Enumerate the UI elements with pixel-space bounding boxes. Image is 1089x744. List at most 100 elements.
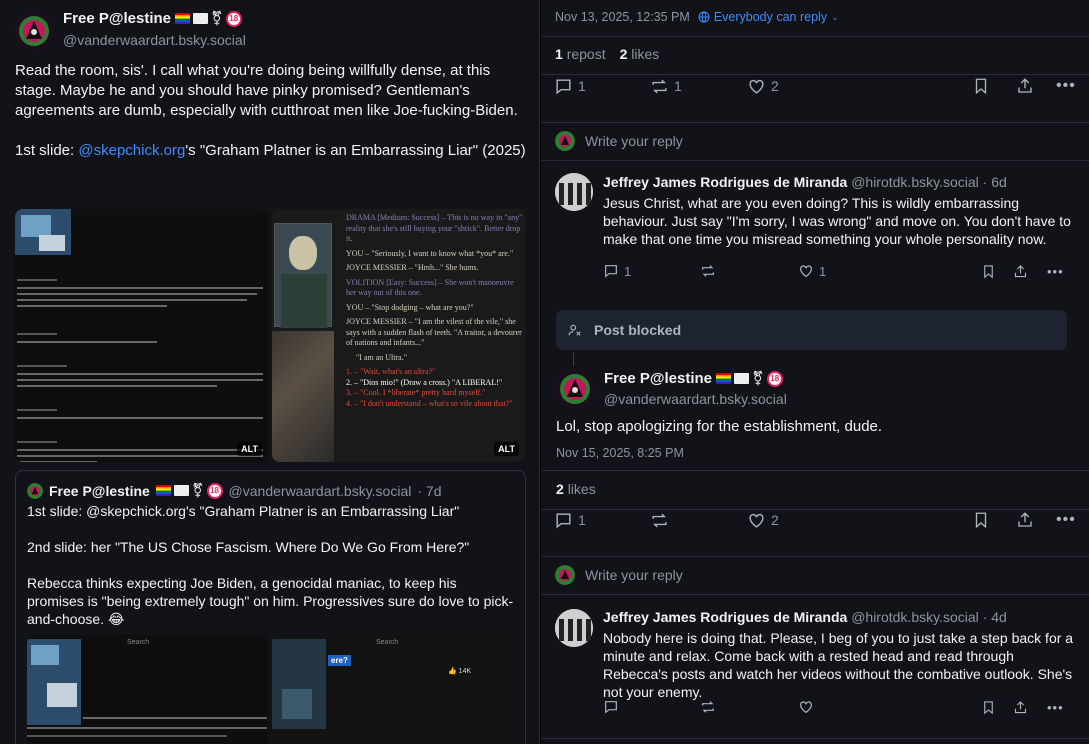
post2-author-name[interactable]: Free P@lestine [604,370,712,387]
dialogue-line: VOLITION [Easy: Success] – She won't man… [346,277,514,298]
repost-button[interactable] [700,699,716,715]
my-avatar [555,565,575,585]
post2-text: Lol, stop apologizing for the establishm… [556,418,883,435]
share-button[interactable] [1013,264,1028,279]
divider [541,556,1089,557]
reply-count: 1 [578,78,586,94]
alt-badge[interactable]: ALT [237,442,262,456]
thumb-title-fragment: ere? [328,655,351,666]
eighteen-plus-icon: 18 [766,370,783,387]
reply-button[interactable]: 1 [554,77,586,96]
dialogue-line: DRAMA [Medium: Success] – This is no way… [346,213,523,243]
post-author-avatar[interactable] [14,11,54,51]
like-button[interactable] [798,699,814,715]
bookmark-button[interactable] [981,700,996,715]
repost-icon [702,701,714,713]
share-button[interactable] [1016,77,1034,95]
share-icon [1018,78,1032,93]
ellipsis-icon: ••• [1056,511,1076,528]
repost-button[interactable] [700,263,716,279]
quoted-post-time: · 7d [417,482,442,499]
repost-icon [652,513,667,527]
quoted-author-handle: @vanderwaardart.bsky.social [228,482,412,499]
bookmark-button[interactable] [972,511,990,529]
alt-badge[interactable]: ALT [494,442,519,456]
repost-button[interactable] [650,511,669,530]
likes-stat[interactable]: 2 likes [620,46,660,62]
reply2-text: Nobody here is doing that. Please, I beg… [603,630,1074,700]
repost-button[interactable]: 1 [650,77,682,96]
slide-prefix: 1st slide: [15,142,79,159]
more-options-button[interactable]: ••• [1056,511,1076,529]
post-text-paragraph: Read the room, sis'. I call what you're … [15,62,518,119]
reply2-author-avatar[interactable] [555,609,593,647]
post-body: Read the room, sis'. I call what you're … [15,61,530,161]
slide-suffix: 's "Graham Platner is an Embarrassing Li… [185,142,526,159]
reply2-author-name[interactable]: Jeffrey James Rodrigues de Miranda [603,609,847,625]
dialogue-line: "I am an Ultra." [356,352,407,362]
ellipsis-icon: ••• [1047,263,1064,279]
more-options-button[interactable]: ••• [1047,700,1064,715]
write-reply-prompt[interactable]: Write your reply [555,565,683,585]
divider [541,160,1089,161]
post-author-handle[interactable]: @vanderwaardart.bsky.social [63,32,246,48]
repost-count: 1 [674,78,682,94]
reposts-stat[interactable]: 1 repost [555,46,606,62]
dialogue-line: JOYCE MESSIER – "I am the vilest of the … [346,317,522,347]
share-icon [1018,512,1032,527]
reply-author-handle[interactable]: @hirotdk.bsky.social [851,174,979,190]
reply-button[interactable]: 1 [554,511,586,530]
mention-link[interactable]: @skepchick.org [78,142,185,159]
like-count: 2 [771,512,779,528]
thumb-search-bar: Search [127,639,150,646]
share-button[interactable] [1013,700,1028,715]
like-count: 2 [771,78,779,94]
avatar-image [555,173,593,211]
share-button[interactable] [1016,511,1034,529]
post-blocked-notice[interactable]: Post blocked [556,310,1067,350]
repost-icon [652,79,667,93]
heart-icon [749,79,764,94]
write-reply-label: Write your reply [585,133,683,149]
like-button[interactable]: 2 [747,511,779,530]
likes-count: 2 [619,46,628,62]
transgender-symbol-icon: ⚧ [211,10,223,26]
name-emoji-flags: ⚧ 18 [175,10,242,27]
reply-settings[interactable]: Everybody can reply ⌄ [698,10,839,24]
bookmark-button[interactable] [981,264,996,279]
dialogue-option: 1. – "Wait, what's an ultra?" [346,367,436,376]
bookmark-icon [975,512,987,529]
divider [541,738,1089,739]
reply-button[interactable]: 1 [603,263,631,279]
thumb-search-bar: Search [376,639,399,646]
write-reply-prompt[interactable]: Write your reply [555,131,683,151]
reply-author-name[interactable]: Jeffrey James Rodrigues de Miranda [603,174,847,190]
post2-author-avatar[interactable] [555,369,595,409]
like-button[interactable]: 2 [747,77,779,96]
bookmark-icon [975,78,987,95]
quoted-name-emoji-flags: ⚧ 18 [155,482,223,499]
quoted-post-card[interactable]: Free P@lestine ⚧ 18 @vanderwaardart.bsky… [15,470,526,744]
left-thread-column: Free P@lestine ⚧ 18 @vanderwaardart.bsky… [0,0,540,744]
like-button[interactable]: 1 [798,263,826,279]
reply-author-avatar[interactable] [555,173,593,211]
rainbow-flag-icon [716,373,732,384]
quoted-image-2: Search ere? 👍 14K [272,635,514,744]
post-timestamp: Nov 13, 2025, 12:35 PM [555,10,690,24]
dialogue-option: 3. – "Cool. I *liberate* pretty hard mys… [346,388,486,397]
reposts-count: 1 [555,46,563,62]
post2-likes-stat[interactable]: 2 likes [556,481,596,497]
reply-audience-label: Everybody can reply [713,10,828,24]
dialogue-line: YOU – "Stop dodging – what are you?" [346,302,474,312]
reply-button[interactable] [603,699,619,715]
post2-author-handle[interactable]: @vanderwaardart.bsky.social [604,391,787,407]
divider [541,36,1089,37]
reply2-author-handle[interactable]: @hirotdk.bsky.social [851,609,979,625]
name-emoji-flags: ⚧ 18 [716,370,783,387]
bookmark-button[interactable] [972,77,990,95]
more-options-button[interactable]: ••• [1056,77,1076,95]
post-image-2[interactable]: DRAMA [Medium: Success] – This is no way… [272,209,525,462]
more-options-button[interactable]: ••• [1047,264,1064,279]
post-author-name[interactable]: Free P@lestine [63,10,171,27]
post-image-1[interactable]: ALT [15,209,268,462]
